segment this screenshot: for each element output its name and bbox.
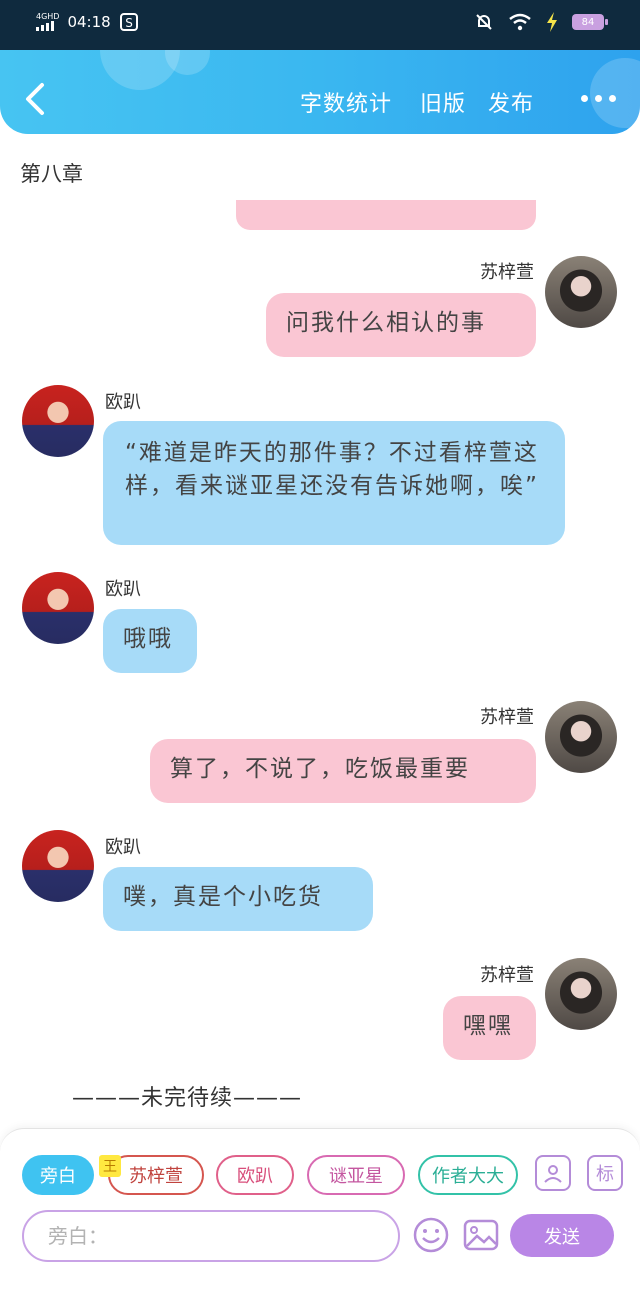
- smiley-icon[interactable]: [412, 1216, 450, 1254]
- role-chip-oupa[interactable]: 欧趴: [216, 1155, 294, 1195]
- narration-input[interactable]: [22, 1210, 400, 1262]
- role-chip-suzixuan[interactable]: 苏梓萱: [108, 1155, 204, 1195]
- message-bubble[interactable]: 问我什么相认的事: [266, 293, 536, 357]
- message-bubble[interactable]: 噗，真是个小吃货: [103, 867, 373, 931]
- avatar-oupa[interactable]: [22, 385, 94, 457]
- avatar-oupa[interactable]: [22, 572, 94, 644]
- lead-badge: 王: [99, 1155, 121, 1177]
- battery-level: 84: [581, 16, 595, 28]
- previous-bubble-fragment: [236, 200, 536, 230]
- publish-button[interactable]: 发布: [488, 86, 534, 118]
- status-left: 4GHD 04:18 S: [36, 12, 139, 32]
- speaker-name: 苏梓萱: [480, 262, 534, 283]
- status-right: 84: [474, 12, 608, 32]
- more-dots-icon[interactable]: [581, 95, 616, 102]
- mute-bell-icon: [476, 14, 492, 30]
- avatar-suzixuan[interactable]: [545, 256, 617, 328]
- old-version-button[interactable]: 旧版: [420, 86, 466, 118]
- avatar-oupa[interactable]: [22, 830, 94, 902]
- role-chip-miyaxing[interactable]: 谜亚星: [307, 1155, 405, 1195]
- status-bar: 4GHD 04:18 S 84: [0, 0, 640, 50]
- word-count-button[interactable]: 字数统计: [300, 86, 392, 118]
- image-icon[interactable]: [462, 1216, 500, 1254]
- wifi-icon: [509, 13, 531, 31]
- speaker-name: 苏梓萱: [480, 707, 534, 728]
- message-bubble[interactable]: “难道是昨天的那件事？不过看梓萱这样，看来谜亚星还没有告诉她啊，唉”: [103, 421, 565, 545]
- speaker-name: 欧趴: [105, 579, 141, 600]
- send-button[interactable]: 发送: [510, 1214, 614, 1257]
- to-be-continued: ———未完待续———: [72, 1086, 303, 1111]
- speaker-name: 苏梓萱: [480, 965, 534, 986]
- message-bubble[interactable]: 哦哦: [103, 609, 197, 673]
- notification-icon: S: [119, 13, 138, 31]
- signal-icon: 4GHD: [36, 13, 59, 31]
- charging-icon: [547, 12, 557, 32]
- editor-header: 字数统计 旧版 发布: [0, 50, 640, 134]
- chapter-title: 第八章: [20, 162, 83, 186]
- status-time: 04:18: [67, 13, 111, 31]
- speaker-name: 欧趴: [105, 837, 141, 858]
- message-bubble[interactable]: 嘿嘿: [443, 996, 536, 1060]
- speaker-name: 欧趴: [105, 392, 141, 413]
- tag-button[interactable]: 标: [587, 1155, 623, 1191]
- message-bubble[interactable]: 算了，不说了，吃饭最重要: [150, 739, 536, 803]
- role-chip-author[interactable]: 作者大大: [418, 1155, 518, 1195]
- back-arrow-icon[interactable]: [22, 82, 48, 116]
- battery-icon: 84: [572, 14, 608, 30]
- person-card-icon[interactable]: [535, 1155, 571, 1191]
- avatar-suzixuan[interactable]: [545, 701, 617, 773]
- avatar-suzixuan[interactable]: [545, 958, 617, 1030]
- decor-bubble: [590, 58, 640, 128]
- svg-text:S: S: [125, 16, 133, 30]
- network-type: 4GHD: [36, 12, 60, 21]
- role-chip-narrator[interactable]: 旁白: [22, 1155, 94, 1195]
